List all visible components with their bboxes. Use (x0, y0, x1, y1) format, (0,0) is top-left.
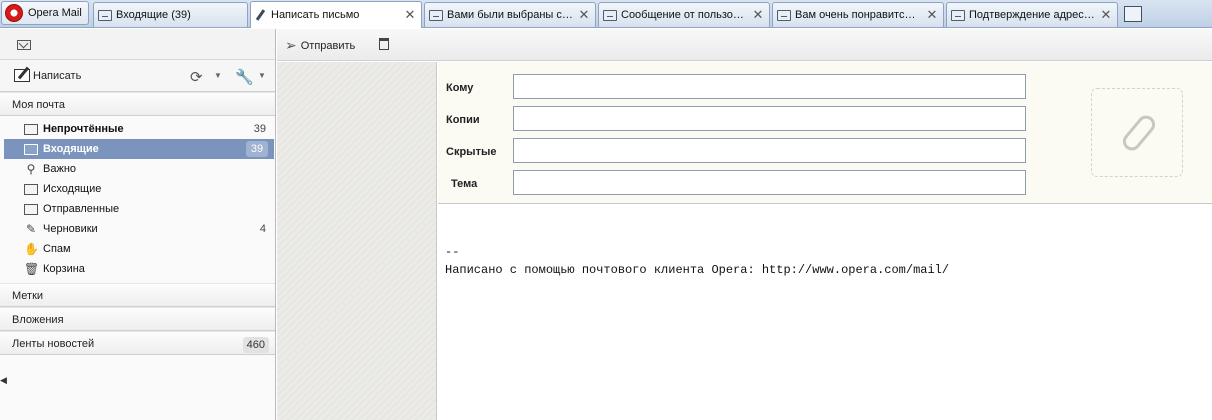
section-my-mail[interactable]: Моя почта (0, 92, 275, 116)
tab-close-icon[interactable]: ✕ (577, 7, 591, 23)
cc-field[interactable] (513, 106, 1026, 131)
folder-spam[interactable]: ✋ Спам (4, 239, 274, 259)
mail-icon (603, 9, 617, 21)
folder-inbox[interactable]: Входящие 39 (4, 139, 274, 159)
paper-background (277, 62, 437, 420)
tab-bar: Opera Mail Входящие (39) Написать письмо… (0, 0, 1212, 28)
signature-text: Написано с помощью почтового клиента Ope… (445, 263, 950, 277)
collapse-panel-icon[interactable]: ◀ (0, 375, 7, 386)
sent-icon (24, 203, 38, 215)
signature-separator: -- (445, 245, 460, 259)
wrench-icon[interactable]: 🔧 (235, 68, 254, 86)
tab-close-icon[interactable]: ✕ (925, 7, 939, 23)
folder-trash[interactable]: 🗑 Корзина (4, 259, 274, 279)
tab-label: Вам очень понравится … (795, 9, 921, 21)
app-menu-label: Opera Mail (28, 7, 82, 19)
pen-icon (255, 10, 267, 21)
folder-label: Отправленные (43, 203, 120, 215)
tab-message-1[interactable]: Вами были выбраны сп… ✕ (424, 2, 596, 27)
opera-logo-icon (5, 4, 23, 22)
folder-important[interactable]: ⚲ Важно (4, 159, 274, 179)
tab-inbox[interactable]: Входящие (39) (93, 2, 248, 27)
subject-label: Тема (451, 178, 478, 190)
tab-close-icon[interactable]: ✕ (1099, 7, 1113, 23)
section-label: Моя почта (12, 99, 66, 111)
sync-icon[interactable]: ⟳ (190, 68, 203, 86)
tab-label: Входящие (39) (116, 9, 191, 21)
section-labels[interactable]: Метки (0, 283, 275, 307)
mail-sidebar: Написать ⟳ ▼ 🔧 ▼ Моя почта Непрочтённые … (0, 29, 276, 420)
chevron-down-icon[interactable]: ▼ (258, 71, 266, 80)
bcc-field[interactable] (513, 138, 1026, 163)
compose-label: Написать (33, 69, 82, 82)
tab-label: Подтверждение адрес… (969, 9, 1095, 21)
tab-label: Вами были выбраны сп… (447, 9, 573, 21)
trash-icon: 🗑 (24, 262, 40, 276)
compose-pane: ➢ Отправить Кому Копии Скрытые Тема -- Н… (277, 29, 1212, 420)
section-label: Вложения (12, 314, 64, 326)
mail-panel-header (0, 29, 275, 60)
folder-label: Корзина (43, 263, 85, 275)
tab-message-4[interactable]: Подтверждение адрес… ✕ (946, 2, 1118, 27)
tab-message-2[interactable]: Сообщение от пользов… ✕ (598, 2, 770, 27)
folder-unread[interactable]: Непрочтённые 39 (4, 119, 274, 139)
envelope-icon[interactable] (17, 40, 31, 50)
chevron-down-icon[interactable]: ▼ (214, 71, 222, 80)
new-tab-icon[interactable] (1124, 6, 1142, 22)
folder-count: 4 (259, 223, 266, 235)
folder-label: Важно (43, 163, 77, 175)
opera-mail-menu-button[interactable]: Opera Mail (1, 1, 89, 25)
tab-close-icon[interactable]: ✕ (403, 7, 417, 23)
draft-icon: ✎ (25, 222, 37, 236)
tab-label: Сообщение от пользов… (621, 9, 747, 21)
attachment-drop-zone[interactable] (1091, 88, 1183, 177)
section-news-feeds[interactable]: Ленты новостей 460 (0, 331, 275, 355)
feeds-count-badge: 460 (242, 337, 269, 353)
folder-drafts[interactable]: ✎ Черновики 4 (4, 219, 274, 239)
compose-button[interactable]: Написать (14, 69, 81, 82)
inbox-icon (24, 143, 38, 155)
to-label: Кому (446, 82, 474, 94)
bcc-label: Скрытые (446, 146, 497, 158)
folder-count-badge: 39 (246, 141, 268, 157)
folder-label: Черновики (43, 223, 98, 235)
tab-compose[interactable]: Написать письмо ✕ (250, 1, 422, 28)
outbox-icon (24, 183, 38, 195)
folder-label: Исходящие (43, 183, 102, 195)
mail-icon (98, 9, 112, 21)
folder-label: Входящие (43, 143, 99, 155)
folder-label: Непрочтённые (43, 123, 124, 135)
send-plane-icon: ➢ (285, 37, 297, 53)
compose-header: Кому Копии Скрытые Тема (438, 62, 1212, 204)
tab-close-icon[interactable]: ✕ (751, 7, 765, 23)
folder-outbox[interactable]: Исходящие (4, 179, 274, 199)
send-label: Отправить (300, 39, 356, 52)
spam-hand-icon: ✋ (24, 242, 39, 256)
compose-icon (14, 69, 30, 82)
section-label: Ленты новостей (12, 338, 95, 350)
message-body-editor[interactable]: -- Написано с помощью почтового клиента … (438, 205, 1212, 420)
mail-icon (951, 9, 965, 21)
send-button[interactable]: ➢ Отправить (285, 37, 355, 54)
section-label: Метки (12, 290, 44, 302)
folder-list: Непрочтённые 39 Входящие 39 ⚲ Важно Исхо… (0, 116, 275, 283)
section-attachments[interactable]: Вложения (0, 307, 275, 331)
delete-draft-icon[interactable] (379, 38, 389, 50)
paperclip-icon (1119, 111, 1159, 155)
folder-sent[interactable]: Отправленные (4, 199, 274, 219)
mail-icon (777, 9, 791, 21)
sidebar-toolbar: Написать ⟳ ▼ 🔧 ▼ (0, 60, 275, 92)
pin-icon: ⚲ (26, 162, 36, 176)
folder-label: Спам (43, 243, 71, 255)
folder-count: 39 (253, 123, 266, 135)
subject-field[interactable] (513, 170, 1026, 195)
tab-message-3[interactable]: Вам очень понравится … ✕ (772, 2, 944, 27)
to-field[interactable] (513, 74, 1026, 99)
unread-icon (24, 123, 38, 135)
mail-icon (429, 9, 443, 21)
compose-toolbar: ➢ Отправить (277, 29, 1212, 61)
tab-label: Написать письмо (271, 9, 360, 21)
cc-label: Копии (446, 114, 480, 126)
